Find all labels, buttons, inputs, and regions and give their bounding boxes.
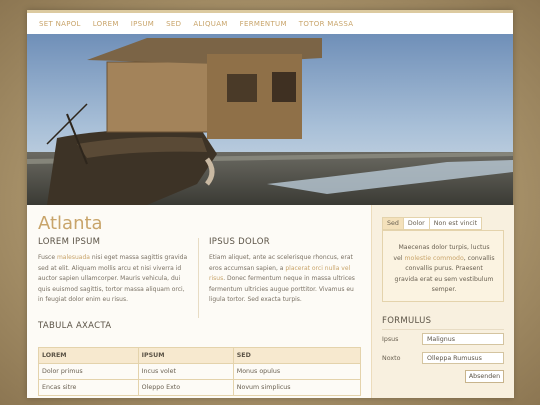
noxto-input[interactable]	[422, 352, 504, 364]
sidebar-tabs: Sed Dolor Non est vincit	[382, 217, 483, 230]
nav-item-ipsum[interactable]: Ipsum	[125, 20, 160, 28]
table-header-row: LOREM IPSUM SED	[38, 347, 362, 364]
lorem-text-part-b: nisi eget massa sagittis gravida sed at …	[38, 254, 188, 303]
nav-menu: Set napol Lorem Ipsum Sed Aliquam Fermen…	[27, 13, 513, 34]
tab-panel-text: Maecenas dolor turpis, luctus vel molest…	[393, 243, 495, 296]
ipsus-label: Ipsus	[382, 336, 399, 343]
stilt-house-photo	[27, 34, 513, 205]
column-divider	[198, 238, 199, 318]
malesuada-link[interactable]: malesuada	[57, 254, 90, 261]
column-header: LOREM	[38, 347, 139, 364]
form-title: FORMULUS	[382, 316, 432, 326]
nav-item-aliquam[interactable]: Aliquam	[187, 20, 233, 28]
ipsus-dolor-heading: IPSUS DOLOR	[209, 237, 270, 247]
ipsus-input[interactable]	[422, 333, 504, 345]
tab-non-est-vincit[interactable]: Non est vincit	[428, 217, 483, 230]
nav-item-set-napol[interactable]: Set napol	[33, 20, 87, 28]
nav-item-lorem[interactable]: Lorem	[87, 20, 125, 28]
ipsus-text-part-b: . Donec fermentum neque in massa ultrice…	[209, 275, 355, 303]
nav-item-sed[interactable]: Sed	[160, 20, 187, 28]
data-table: LOREM IPSUM SED Dolor primus Incus volet…	[38, 347, 362, 396]
form-divider	[382, 329, 504, 330]
tab-panel: Maecenas dolor turpis, luctus vel molest…	[382, 230, 504, 302]
table-cell: Oleppo Exto	[137, 379, 234, 396]
hero-image	[27, 34, 513, 205]
table-cell: Novum simplicus	[232, 379, 362, 396]
nav-item-totor-massa[interactable]: Totor massa	[293, 20, 360, 28]
nav-item-fermentum[interactable]: Fermentum	[234, 20, 293, 28]
table-cell: Monus opulus	[232, 363, 362, 380]
submit-button[interactable]: Absenden	[465, 370, 504, 383]
sidebar: Sed Dolor Non est vincit Maecenas dolor …	[371, 205, 514, 398]
page-frame: Set napol Lorem Ipsum Sed Aliquam Fermen…	[27, 10, 514, 398]
column-header: IPSUM	[137, 347, 234, 364]
lorem-text-part-a: Fusce	[38, 254, 57, 261]
ipsus-dolor-text: Etiam aliquet, ante ac scelerisque rhonc…	[209, 253, 361, 306]
tab-dolor[interactable]: Dolor	[402, 217, 430, 230]
table-row: Dolor primus Incus volet Monus opulus	[38, 363, 362, 380]
page-title: Atlanta	[38, 213, 103, 234]
lorem-ipsum-heading: LOREM IPSUM	[38, 237, 101, 247]
table-cell: Incus volet	[137, 363, 234, 380]
tabula-axacta-heading: TABULA AXACTA	[38, 321, 112, 331]
column-header: SED	[232, 347, 362, 364]
table-cell: Dolor primus	[38, 363, 139, 380]
table-cell: Encas sitre	[38, 379, 139, 396]
tab-sed[interactable]: Sed	[382, 217, 404, 230]
noxto-label: Noxto	[382, 355, 401, 362]
lorem-ipsum-text: Fusce malesuada nisi eget massa sagittis…	[38, 253, 191, 306]
molestie-commodo-link[interactable]: molestie commodo	[405, 255, 464, 262]
top-navigation: Set napol Lorem Ipsum Sed Aliquam Fermen…	[27, 10, 513, 34]
table-row: Encas sitre Oleppo Exto Novum simplicus	[38, 379, 362, 396]
